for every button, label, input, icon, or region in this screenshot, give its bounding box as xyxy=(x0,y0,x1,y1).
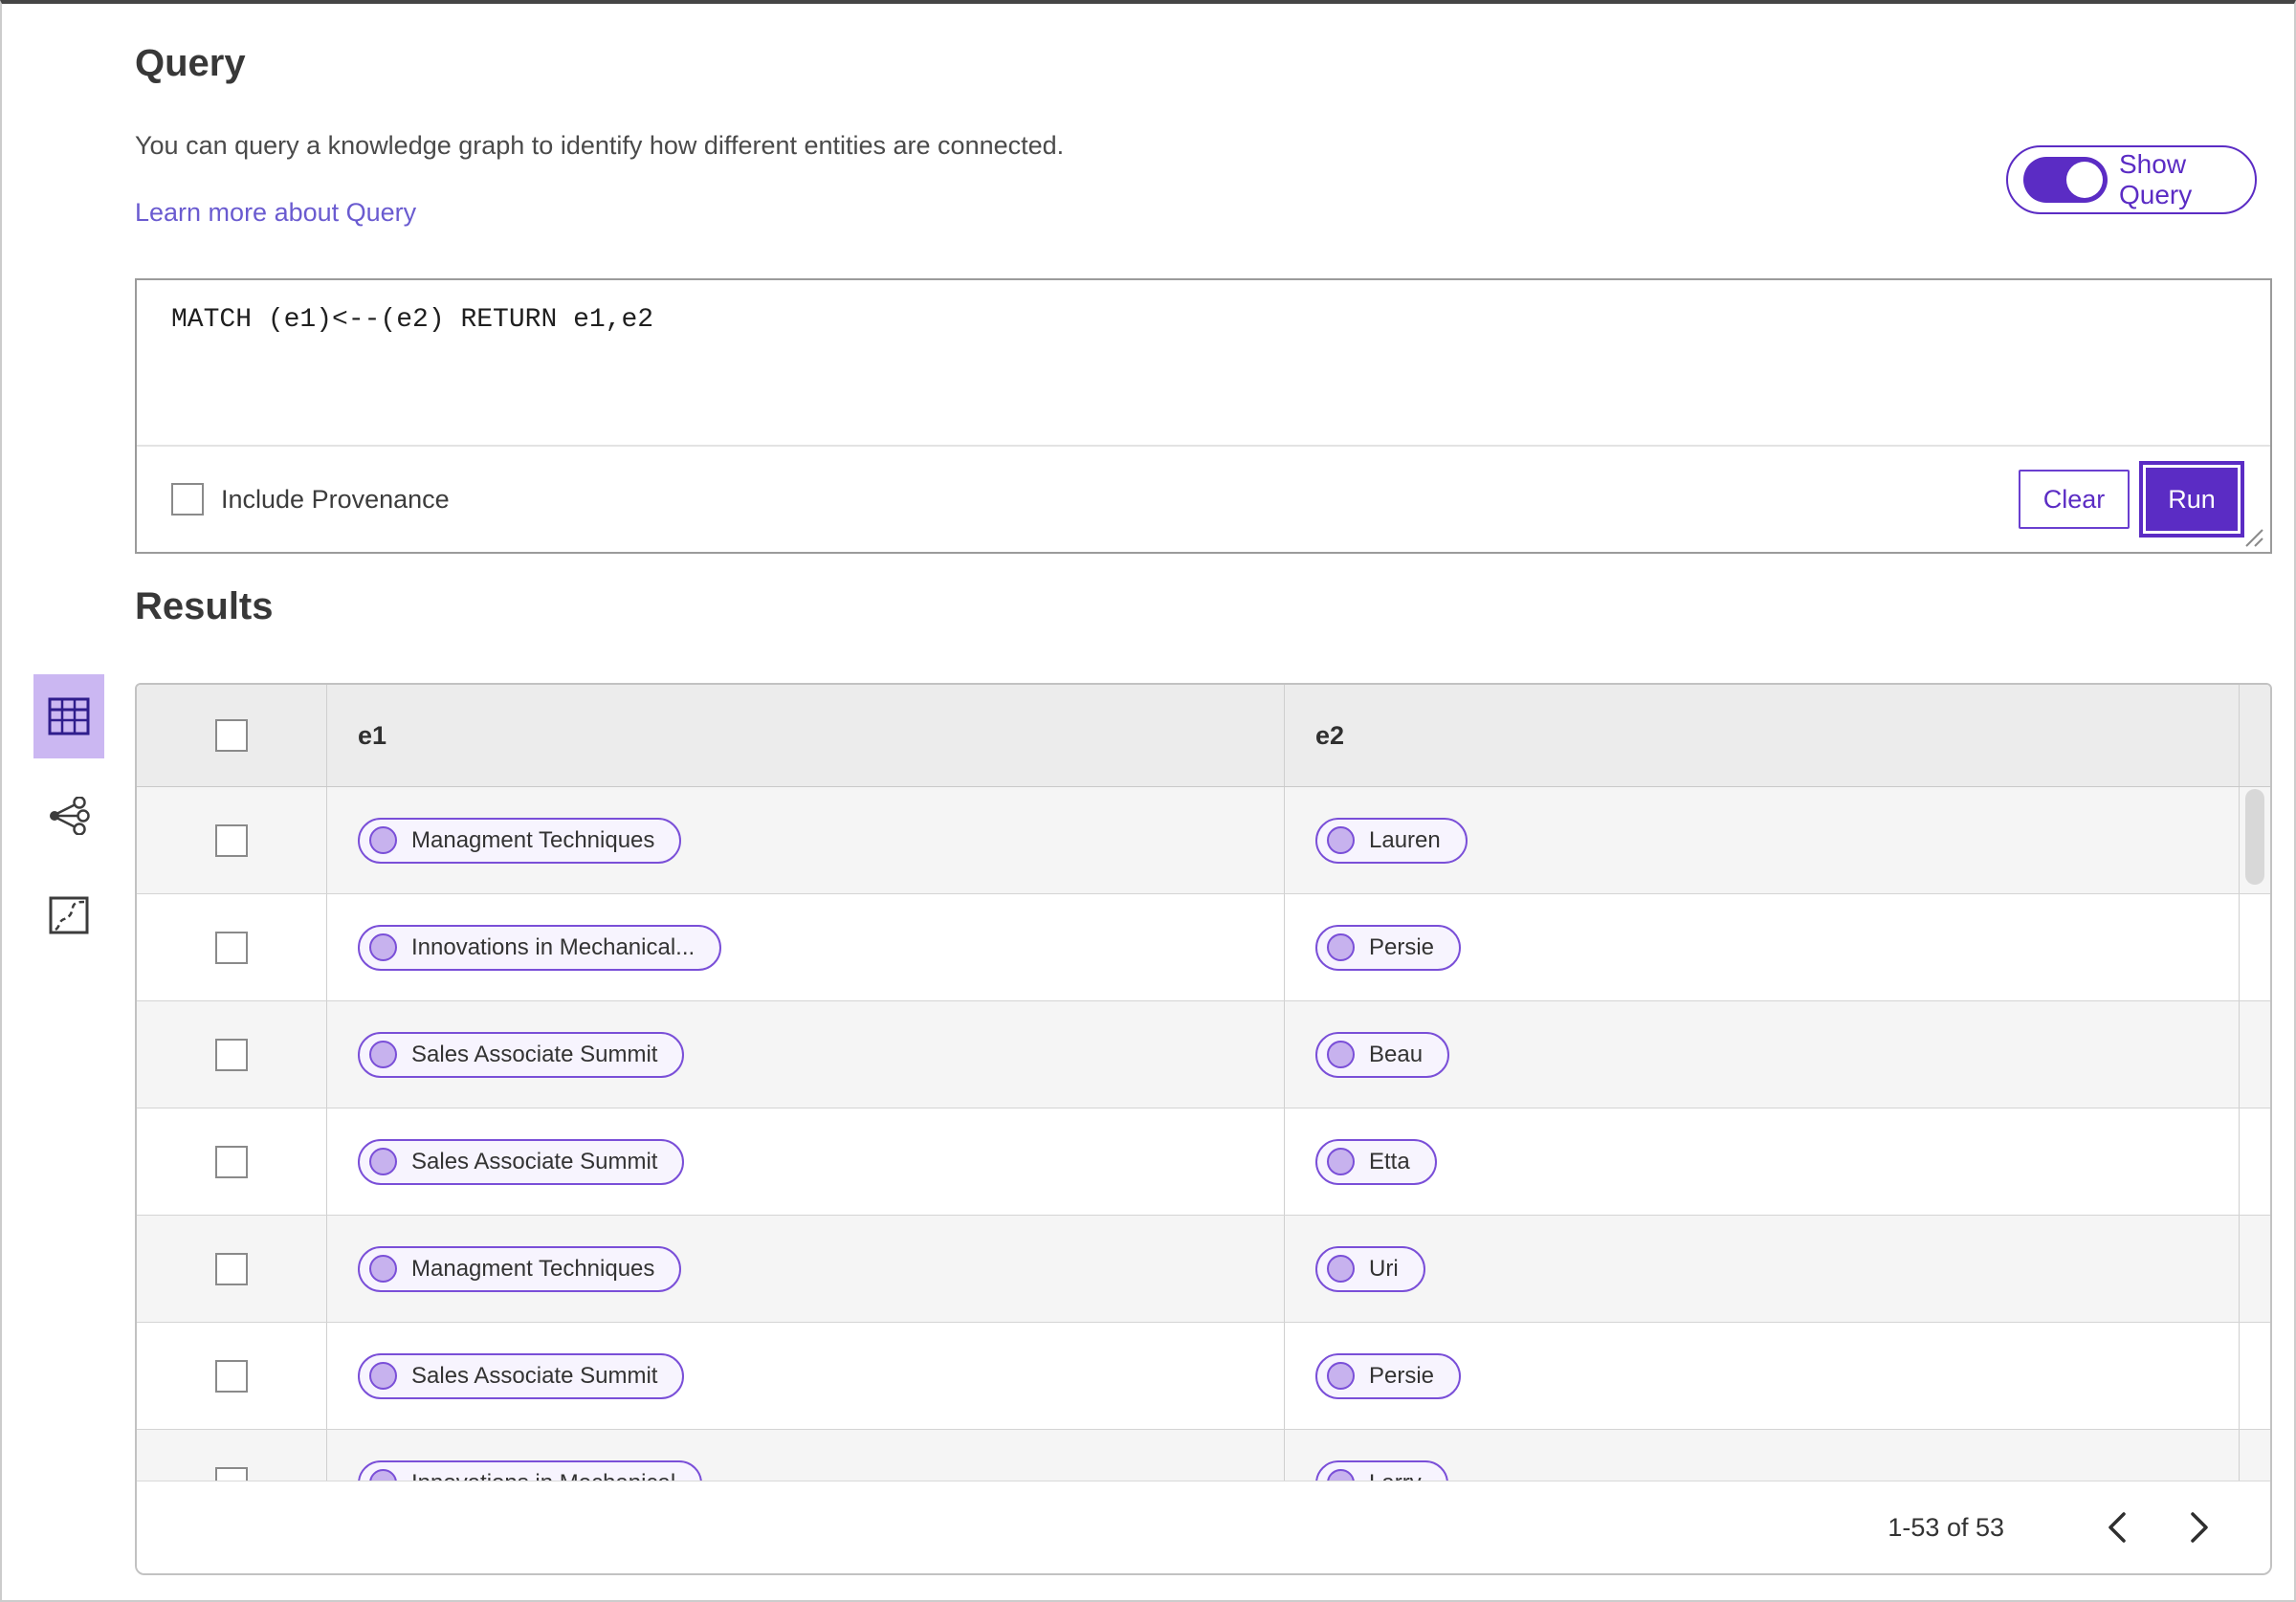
table-row: Innovations in Mechanical... Persie xyxy=(137,894,2270,1001)
previous-page-button[interactable] xyxy=(2096,1506,2138,1548)
chevron-right-icon xyxy=(2191,1512,2208,1543)
table-row: Managment Techniques Lauren xyxy=(137,787,2270,894)
table-view-button[interactable] xyxy=(33,674,104,758)
query-page: Query You can query a knowledge graph to… xyxy=(0,0,2296,1602)
entity-node-icon xyxy=(1327,826,1355,854)
table-view-icon xyxy=(48,697,90,735)
view-switcher xyxy=(33,674,104,957)
results-title: Results xyxy=(135,585,274,627)
include-provenance-label: Include Provenance xyxy=(221,484,450,514)
select-all-checkbox[interactable] xyxy=(215,719,248,752)
map-view-icon xyxy=(49,896,89,934)
table-row: Sales Associate Summit Beau xyxy=(137,1001,2270,1108)
query-panel: MATCH (e1)<--(e2) RETURN e1,e2 Include P… xyxy=(135,278,2272,554)
entity-node-icon xyxy=(369,826,397,854)
query-description: You can query a knowledge graph to ident… xyxy=(135,131,1065,160)
entity-pill[interactable]: Innovations in Mechanical xyxy=(358,1459,703,1481)
map-view-button[interactable] xyxy=(33,873,104,957)
entity-pill[interactable]: Lauren xyxy=(1315,817,1468,864)
entity-pill[interactable]: Beau xyxy=(1315,1031,1450,1078)
entity-node-icon xyxy=(369,1148,397,1175)
entity-node-icon xyxy=(369,1041,397,1068)
query-toolbar: Include Provenance Clear Run xyxy=(137,447,2270,552)
entity-node-icon xyxy=(369,1469,397,1481)
entity-pill[interactable]: Sales Associate Summit xyxy=(358,1352,685,1399)
entity-pill[interactable]: Innovations in Mechanical... xyxy=(358,924,722,971)
entity-node-icon xyxy=(369,1362,397,1390)
page-title: Query xyxy=(135,42,246,84)
row-checkbox[interactable] xyxy=(215,931,248,964)
entity-pill[interactable]: Sales Associate Summit xyxy=(358,1138,685,1185)
entity-pill[interactable]: Persie xyxy=(1315,924,1462,971)
row-checkbox[interactable] xyxy=(215,823,248,857)
row-checkbox[interactable] xyxy=(215,1252,248,1285)
show-query-label: Show Query xyxy=(2119,149,2193,209)
column-header-e2: e2 xyxy=(1315,720,1345,750)
entity-node-icon xyxy=(369,1255,397,1283)
entity-node-icon xyxy=(1327,1041,1355,1068)
table-row: Sales Associate Summit Etta xyxy=(137,1108,2270,1216)
entity-pill[interactable]: Uri xyxy=(1315,1245,1425,1292)
entity-node-icon xyxy=(1327,933,1355,961)
learn-more-link[interactable]: Learn more about Query xyxy=(135,198,416,228)
graph-view-button[interactable] xyxy=(33,774,104,858)
row-checkbox[interactable] xyxy=(215,1466,248,1481)
clear-button[interactable]: Clear xyxy=(2019,470,2130,529)
table-row: Managment Techniques Uri xyxy=(137,1216,2270,1323)
chevron-left-icon xyxy=(2108,1512,2126,1543)
entity-pill[interactable]: Larry xyxy=(1315,1459,1448,1481)
next-page-button[interactable] xyxy=(2178,1506,2220,1548)
query-input[interactable]: MATCH (e1)<--(e2) RETURN e1,e2 xyxy=(137,280,2270,447)
table-row: Innovations in Mechanical Larry xyxy=(137,1430,2270,1481)
table-header-row: e1 e2 xyxy=(137,685,2270,787)
run-button[interactable]: Run xyxy=(2139,461,2244,538)
scrollbar-thumb[interactable] xyxy=(2245,789,2264,885)
pagination-bar: 1-53 of 53 xyxy=(137,1481,2270,1573)
entity-pill[interactable]: Sales Associate Summit xyxy=(358,1031,685,1078)
entity-node-icon xyxy=(1327,1148,1355,1175)
entity-pill[interactable]: Etta xyxy=(1315,1138,1437,1185)
results-table: e1 e2 Managment Techniques Lauren Innova… xyxy=(135,683,2272,1575)
include-provenance-checkbox[interactable] xyxy=(171,483,204,516)
entity-node-icon xyxy=(369,933,397,961)
entity-node-icon xyxy=(1327,1255,1355,1283)
entity-node-icon xyxy=(1327,1469,1355,1481)
row-checkbox[interactable] xyxy=(215,1145,248,1178)
entity-pill[interactable]: Managment Techniques xyxy=(358,817,682,864)
table-row: Sales Associate Summit Persie xyxy=(137,1323,2270,1430)
entity-node-icon xyxy=(1327,1362,1355,1390)
resize-handle-icon[interactable] xyxy=(2243,527,2264,548)
show-query-toggle[interactable]: Show Query xyxy=(2006,145,2257,214)
entity-pill[interactable]: Persie xyxy=(1315,1352,1462,1399)
graph-view-icon xyxy=(50,797,90,835)
row-checkbox[interactable] xyxy=(215,1038,248,1071)
entity-pill[interactable]: Managment Techniques xyxy=(358,1245,682,1292)
pagination-range: 1-53 of 53 xyxy=(1888,1512,2004,1542)
column-header-e1: e1 xyxy=(358,720,387,750)
toggle-switch-icon[interactable] xyxy=(2023,157,2108,203)
table-body: Managment Techniques Lauren Innovations … xyxy=(137,787,2270,1481)
row-checkbox[interactable] xyxy=(215,1359,248,1393)
